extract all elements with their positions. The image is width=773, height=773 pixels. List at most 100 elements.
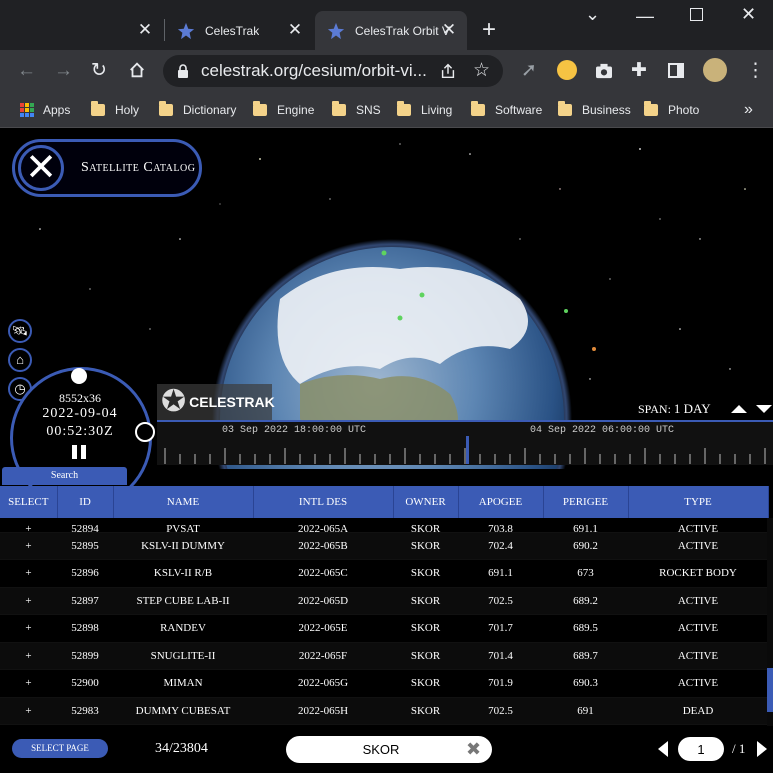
satellite-dot[interactable] (564, 309, 568, 313)
camera-icon[interactable] (595, 63, 613, 79)
next-page-icon[interactable] (757, 741, 767, 757)
close-tab-icon[interactable]: ✕ (441, 21, 457, 38)
back-icon[interactable]: ← (17, 60, 36, 82)
apogee-cell: 702.5 (458, 697, 543, 725)
select-cell[interactable]: + (0, 587, 57, 615)
close-tab-icon[interactable]: ✕ (287, 21, 303, 38)
bookmark-sns[interactable]: SNS (332, 100, 381, 120)
bookmark-business[interactable]: Business (558, 100, 631, 120)
select-cell[interactable]: + (0, 642, 57, 670)
close-icon[interactable]: ✕ (18, 145, 64, 191)
type-cell: ACTIVE (628, 614, 768, 643)
more-bookmarks-chevron-icon[interactable]: » (744, 100, 753, 120)
orbit-viewer: ✕ Satellite Catalog 🛰 ⌂ ◷ 8552x36 2022-0… (0, 129, 773, 773)
tab-blank[interactable]: ✕ (0, 11, 163, 50)
span-decrease-icon[interactable] (756, 405, 772, 413)
bookmark-software[interactable]: Software (471, 100, 542, 120)
maximize-icon[interactable] (690, 8, 703, 21)
folder-icon (91, 101, 105, 116)
type-cell: ACTIVE (628, 518, 768, 533)
search-tab[interactable]: Search (2, 467, 127, 485)
bookmark-apps[interactable]: Apps (20, 100, 70, 120)
extension-rocket-icon[interactable]: ➚ (521, 60, 537, 82)
select-page-button[interactable]: SELECT PAGE (12, 739, 108, 758)
id-cell: 52899 (57, 642, 113, 670)
bookmark-living[interactable]: Living (397, 100, 452, 120)
bookmark-photo[interactable]: Photo (644, 100, 699, 120)
close-tab-icon[interactable]: ✕ (137, 21, 153, 38)
bookmark-dictionary[interactable]: Dictionary (159, 100, 236, 120)
column-header-intl-des[interactable]: INTL DES (253, 486, 394, 518)
profile-avatar[interactable] (703, 58, 727, 82)
bookmark-holy[interactable]: Holy (91, 100, 139, 120)
pause-icon[interactable] (72, 445, 88, 459)
satellite-dot[interactable] (592, 347, 596, 351)
reload-icon[interactable]: ↻ (91, 60, 107, 82)
table-header-row: SELECT ID NAME INTL DES OWNER APOGEE PER… (0, 486, 769, 518)
share-icon[interactable] (439, 62, 457, 80)
table-row[interactable]: +52900 MIMAN 2022-065G SKOR 701.9 690.3 ACTIVE (0, 669, 768, 698)
speed-knob[interactable] (71, 368, 87, 384)
satellite-dot[interactable] (397, 315, 403, 321)
column-header-owner[interactable]: OWNER (393, 486, 459, 518)
column-header-type[interactable]: TYPE (628, 486, 769, 518)
table-row[interactable]: +52897 STEP CUBE LAB-II 2022-065D SKOR 702.5… (0, 587, 768, 615)
tab-celestrak[interactable]: CelesTrak ✕ (165, 11, 313, 50)
column-header-name[interactable]: NAME (113, 486, 254, 518)
owner-cell: SKOR (393, 614, 458, 643)
satellite-dot[interactable] (419, 292, 425, 298)
table-row[interactable]: +52898 RANDEV 2022-065E SKOR 701.7 689.5 ACTIV… (0, 614, 768, 643)
table-row[interactable]: +52896 KSLV-II R/B 2022-065C SKOR 691.1 673 RO… (0, 559, 768, 588)
home-view-icon[interactable]: ⌂ (8, 348, 32, 372)
new-tab-icon[interactable]: + (482, 18, 496, 42)
clear-filter-icon[interactable]: ✖ (466, 739, 481, 759)
previous-page-icon[interactable] (658, 741, 668, 757)
intl-des-cell: 2022-065D (253, 587, 393, 615)
column-header-select[interactable]: SELECT (0, 486, 58, 518)
select-cell[interactable]: + (0, 518, 57, 533)
apogee-cell: 701.4 (458, 642, 543, 670)
table-row[interactable]: +52894 PVSAT 2022-065A SKOR 703.8 691.1 ACTIVE (0, 518, 768, 533)
close-window-icon[interactable]: ✕ (741, 4, 756, 25)
id-cell: 52895 (57, 532, 113, 560)
perigee-cell: 691.1 (543, 518, 628, 533)
side-panel-icon[interactable] (668, 63, 684, 78)
table-scroll-thumb[interactable] (767, 668, 773, 712)
select-cell[interactable]: + (0, 614, 57, 643)
forward-icon[interactable]: → (54, 60, 73, 82)
table-row[interactable]: +52983 DUMMY CUBESAT 2022-065H SKOR 702.5 691… (0, 697, 768, 725)
table-row[interactable]: +52899 SNUGLITE-II 2022-065F SKOR 701.4 689.7… (0, 642, 768, 670)
home-icon[interactable] (128, 61, 146, 79)
select-cell[interactable]: + (0, 532, 57, 560)
id-cell: 52983 (57, 697, 113, 725)
minimize-icon[interactable]: — (636, 6, 654, 27)
satellite-catalog-button[interactable]: ✕ Satellite Catalog (12, 139, 202, 197)
satellite-dot[interactable] (381, 250, 387, 256)
bookmark-label: Business (582, 103, 631, 117)
satellite-icon[interactable]: 🛰 (8, 319, 32, 343)
tab-search-chevron-icon[interactable]: ⌄ (585, 4, 600, 25)
perigee-cell: 689.2 (543, 587, 628, 615)
select-cell[interactable]: + (0, 559, 57, 588)
column-header-id[interactable]: ID (57, 486, 114, 518)
select-cell[interactable]: + (0, 697, 57, 725)
column-header-perigee[interactable]: PERIGEE (543, 486, 629, 518)
bookmark-star-icon[interactable]: ☆ (473, 59, 490, 82)
timeline-needle[interactable] (466, 436, 469, 464)
address-bar[interactable]: celestrak.org/cesium/orbit-vi... ☆ (163, 55, 503, 87)
type-cell: ACTIVE (628, 532, 768, 560)
browser-menu-icon[interactable]: ⋮ (746, 60, 765, 82)
column-header-apogee[interactable]: APOGEE (458, 486, 544, 518)
select-cell[interactable]: + (0, 669, 57, 698)
extensions-puzzle-icon[interactable]: ✚ (631, 60, 647, 82)
tab-celestrak-orbit[interactable]: CelesTrak Orbit V ✕ (315, 11, 467, 50)
filter-input[interactable] (306, 740, 456, 759)
timeline[interactable]: 03 Sep 2022 18:00:00 UTC 04 Sep 2022 06:… (157, 420, 773, 465)
table-row[interactable]: +52895 KSLV-II DUMMY 2022-065B SKOR 702.4 690… (0, 532, 768, 560)
satellite-table: SELECT ID NAME INTL DES OWNER APOGEE PER… (0, 486, 773, 726)
bookmark-engine[interactable]: Engine (253, 100, 314, 120)
owner-cell: SKOR (393, 559, 458, 588)
span-increase-icon[interactable] (731, 405, 747, 413)
page-number-input[interactable] (678, 737, 724, 761)
extension-pen-icon[interactable] (557, 60, 577, 80)
